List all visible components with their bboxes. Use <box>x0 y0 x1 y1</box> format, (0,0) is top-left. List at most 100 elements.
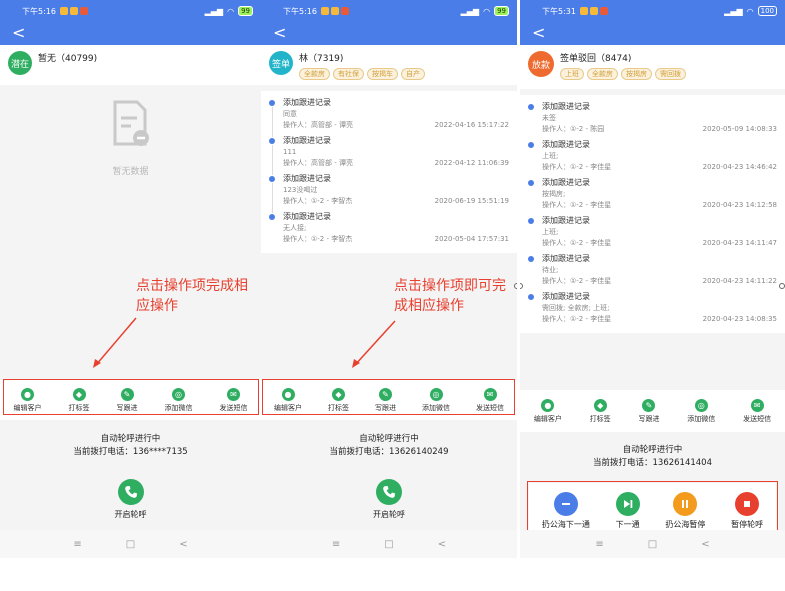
edge-handle-icon <box>514 283 517 289</box>
edge-handle-icon <box>779 283 785 289</box>
annotation-text: 点击操作项完成相应操作 <box>136 278 248 314</box>
notification-icons <box>579 7 608 15</box>
signal-icon: ▂▄▆ <box>724 6 743 16</box>
user-icon: ● <box>541 398 555 412</box>
record-title: 添加跟进记录 <box>283 98 331 107</box>
customer-header: 签单 林（7319) 全款房 有社保 按揭车 自产 <box>261 45 517 85</box>
empty-document-icon <box>113 100 149 146</box>
record-time: 2020-04-23 14:11:22 <box>702 277 777 285</box>
call-number: 当前拨打电话：136****7135 <box>73 447 188 457</box>
action-label: 写跟进 <box>638 414 660 423</box>
call-info: 自动轮呼进行中 当前拨打电话：13626140249 <box>261 433 517 459</box>
record-time: 2022-04-16 15:17:22 <box>434 121 509 129</box>
record-title: 添加跟进记录 <box>283 212 331 221</box>
phone-icon[interactable] <box>376 479 402 505</box>
back-button[interactable]: < <box>0 22 261 45</box>
record-content: 上班; <box>542 228 559 236</box>
signal-icon: ▂▄▆ <box>460 6 480 16</box>
menu-icon[interactable]: ≡ <box>73 539 81 550</box>
empty-text: 暂无数据 <box>112 167 149 177</box>
record-operator: 操作人：①-2 - 李佳星 <box>542 315 612 323</box>
tag: 全款房 <box>587 68 618 80</box>
action-bar: ● 编辑客户 ◆ 打标签 ✎ 写跟进 ◎ 添加微信 ✉ 发送短信 <box>520 390 785 432</box>
tag: 需回拨 <box>655 68 686 80</box>
start-rotation[interactable]: 开启轮呼 <box>261 479 517 520</box>
call-info: 自动轮呼进行中 当前拨打电话：13626141404 <box>520 444 785 470</box>
annotation-text: 点击操作项即可完成相应操作 <box>394 278 506 314</box>
call-number: 当前拨打电话：13626141404 <box>593 458 712 468</box>
pencil-icon: ✎ <box>642 398 656 412</box>
record-title: 添加跟进记录 <box>542 102 590 111</box>
customer-name: 签单驳回（8474) <box>560 54 632 64</box>
timeline-item: 添加跟进记录 按揭房; 操作人：①-2 - 李佳星 2020-04-23 14:… <box>528 177 777 215</box>
home-icon[interactable]: □ <box>648 539 657 550</box>
start-label: 开启轮呼 <box>373 510 405 519</box>
battery-icon: 99 <box>494 6 509 16</box>
home-icon[interactable]: □ <box>126 539 135 550</box>
status-bar: 下午5:16 ▂▄▆ ◠ 99 <box>261 0 517 22</box>
record-time: 2020-04-23 14:11:47 <box>702 239 777 247</box>
screen-3: 下午5:31 ▂▄▆ ◠ 100 < 放款 签单驳回（8474) 上班 全款房 … <box>520 0 785 558</box>
menu-icon[interactable]: ≡ <box>332 539 340 550</box>
send-sms-button[interactable]: ✉ 发送短信 <box>743 398 772 424</box>
notification-icons <box>320 7 349 15</box>
timeline-item: 添加跟进记录 111 操作人：高管部 - 谭亮 2022-04-12 11:06… <box>269 135 509 175</box>
phone-icon[interactable] <box>117 479 144 505</box>
record-content: 123没喝过 <box>283 186 318 194</box>
back-nav-icon[interactable]: < <box>438 539 446 550</box>
screen-2: 下午5:16 ▂▄▆ ◠ 99 < 签单 林（7319) 全款房 有社保 按揭车… <box>261 0 517 558</box>
system-nav: ≡ □ < <box>520 530 785 558</box>
wifi-icon: ◠ <box>227 6 235 16</box>
status-bar: 下午5:31 ▂▄▆ ◠ 100 <box>520 0 785 22</box>
system-nav: ≡ □ < <box>261 530 517 558</box>
empty-state: 暂无数据 <box>0 100 261 177</box>
record-content: 待业; <box>542 266 559 274</box>
call-status: 自动轮呼进行中 <box>359 434 419 444</box>
start-rotation[interactable]: 开启轮呼 <box>0 479 261 520</box>
add-wechat-button[interactable]: ◎ 添加微信 <box>687 398 716 424</box>
battery-icon: 100 <box>757 6 777 16</box>
call-status: 自动轮呼进行中 <box>100 434 161 444</box>
menu-icon[interactable]: ≡ <box>595 539 603 550</box>
record-time: 2020-04-23 14:46:42 <box>702 163 777 171</box>
record-content: 同意 <box>283 110 297 118</box>
record-title: 添加跟进记录 <box>542 292 590 301</box>
back-button[interactable]: < <box>261 22 517 45</box>
record-time: 2020-05-09 14:08:33 <box>702 125 777 133</box>
back-nav-icon[interactable]: < <box>701 539 709 550</box>
tag: 按揭房 <box>621 68 652 80</box>
timeline-item: 添加跟进记录 未签 操作人：①-2 - 陈园 2020-05-09 14:08:… <box>528 101 777 139</box>
record-content: 按揭房; <box>542 190 566 198</box>
tag-icon: ◆ <box>593 398 607 412</box>
customer-name: 暂无（40799) <box>38 54 98 64</box>
tag: 按揭车 <box>367 68 398 80</box>
record-content: 未签 <box>542 114 556 122</box>
wechat-icon: ◎ <box>694 398 708 412</box>
back-nav-icon[interactable]: < <box>179 539 187 550</box>
action-label: 发送短信 <box>743 414 772 423</box>
record-operator: 操作人：①-2 - 李佳星 <box>542 239 612 247</box>
customer-header: 潜在 暂无（40799) <box>0 45 261 85</box>
record-title: 添加跟进记录 <box>542 140 590 149</box>
record-operator: 操作人：高管部 - 谭亮 <box>283 159 353 167</box>
home-icon[interactable]: □ <box>384 539 393 550</box>
edit-customer-button[interactable]: ● 编辑客户 <box>533 398 562 424</box>
call-info: 自动轮呼进行中 当前拨打电话：136****7135 <box>0 433 261 459</box>
record-title: 添加跟进记录 <box>283 174 331 183</box>
screen-1: 下午5:16 ▂▄▆ ◠ 99 < 潜在 暂无（40799) 暂无数据 点击操作… <box>0 0 261 558</box>
highlight-box <box>262 379 515 415</box>
timeline-item: 添加跟进记录 同意 操作人：高管部 - 谭亮 2022-04-16 15:17:… <box>269 97 509 137</box>
add-tag-button[interactable]: ◆ 打标签 <box>590 398 611 424</box>
record-time: 2020-04-23 14:08:35 <box>702 315 777 323</box>
annotation-arrow <box>93 317 137 368</box>
action-label: 添加微信 <box>687 414 716 423</box>
status-time: 下午5:31 <box>542 6 576 16</box>
record-operator: 操作人：①-2 - 李佳星 <box>542 201 612 209</box>
action-label: 编辑客户 <box>533 414 562 423</box>
back-button[interactable]: < <box>520 22 785 45</box>
status-avatar: 放款 <box>528 51 554 77</box>
status-time: 下午5:16 <box>22 6 56 16</box>
system-nav: ≡ □ < <box>0 530 261 558</box>
write-followup-button[interactable]: ✎ 写跟进 <box>638 398 660 424</box>
tag: 自产 <box>401 68 425 80</box>
